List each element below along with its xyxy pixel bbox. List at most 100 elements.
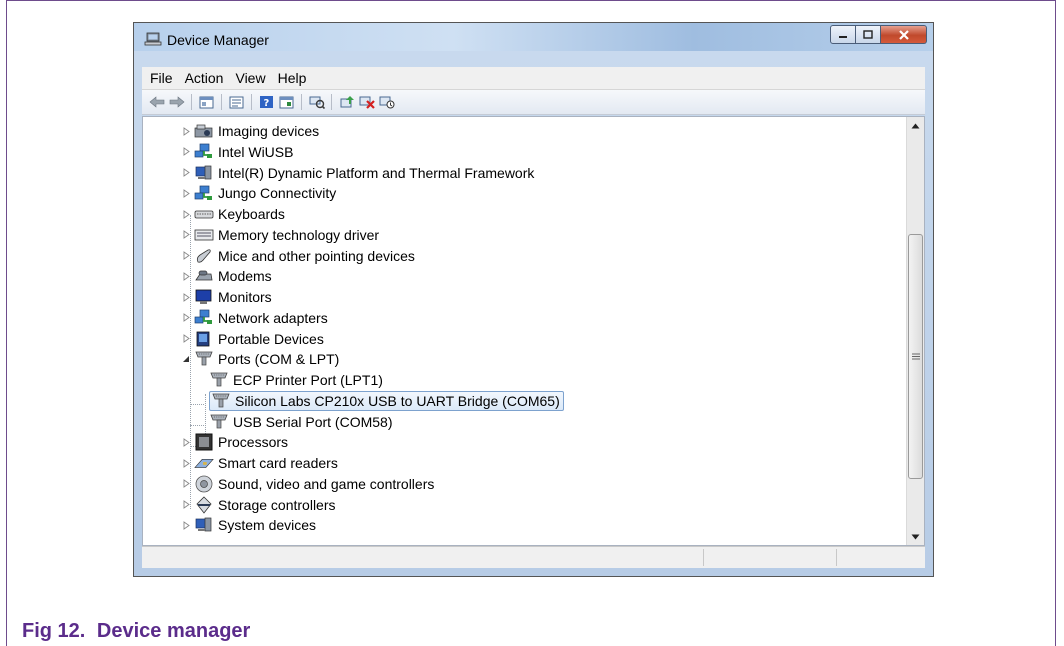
collapsed-arrow-icon[interactable] (181, 230, 191, 240)
forward-button[interactable] (168, 94, 185, 111)
collapsed-arrow-icon[interactable] (181, 334, 191, 344)
collapsed-arrow-icon[interactable] (181, 147, 191, 157)
tree-category[interactable]: Smart card readers (181, 453, 338, 473)
tree-category[interactable]: Intel(R) Dynamic Platform and Thermal Fr… (181, 163, 534, 183)
tree-item-label: Mice and other pointing devices (218, 247, 415, 264)
figure-caption: Fig 12. Device manager (22, 620, 250, 643)
tree-category[interactable]: Memory technology driver (181, 225, 379, 245)
menu-file[interactable]: File (150, 70, 173, 86)
minimize-icon (839, 35, 847, 38)
scroll-up-button[interactable] (907, 117, 924, 134)
device-manager-app-icon (144, 32, 162, 46)
expanded-arrow-icon[interactable] (181, 354, 191, 364)
forward-icon (169, 96, 184, 108)
collapsed-arrow-icon[interactable] (181, 271, 191, 281)
help-button[interactable]: ? (258, 94, 275, 111)
title-bar[interactable]: Device Manager (134, 23, 933, 51)
tree-category[interactable]: System devices (181, 515, 316, 535)
scroll-down-button[interactable] (907, 528, 924, 545)
vertical-scrollbar[interactable] (906, 117, 924, 545)
menu-bar: File Action View Help (142, 67, 925, 90)
scan-hardware-icon (309, 96, 325, 109)
tree-item-label: Intel WiUSB (218, 143, 294, 160)
port-icon (209, 413, 229, 431)
tree-category[interactable]: Monitors (181, 287, 272, 307)
tree-item-label: Portable Devices (218, 330, 324, 347)
menu-action[interactable]: Action (185, 70, 224, 86)
menu-help[interactable]: Help (278, 70, 307, 86)
status-cell (836, 549, 837, 566)
back-icon (149, 96, 164, 108)
tree-item-label: Sound, video and game controllers (218, 475, 435, 492)
tree-category[interactable]: Processors (181, 432, 288, 452)
view-icon (279, 96, 294, 108)
storage-icon (194, 495, 214, 514)
tree-category[interactable]: Sound, video and game controllers (181, 474, 434, 494)
collapsed-arrow-icon[interactable] (181, 520, 191, 530)
tree-device-selected[interactable]: Silicon Labs CP210x USB to UART Bridge (… (209, 390, 564, 411)
computer-icon (194, 164, 214, 182)
collapsed-arrow-icon[interactable] (181, 292, 191, 302)
collapsed-arrow-icon[interactable] (181, 126, 191, 136)
computer-icon (194, 516, 214, 534)
console-tree-icon (199, 96, 214, 108)
maximize-button[interactable] (856, 25, 881, 44)
collapsed-arrow-icon[interactable] (181, 437, 191, 447)
tree-category[interactable]: Modems (181, 266, 272, 286)
collapsed-arrow-icon[interactable] (181, 188, 191, 198)
scrollbar-thumb[interactable] (908, 234, 923, 479)
update-driver-button[interactable] (338, 94, 355, 111)
tree-category[interactable]: Network adapters (181, 308, 328, 328)
toolbar-separator (301, 94, 302, 110)
collapsed-arrow-icon[interactable] (181, 168, 191, 178)
disable-button[interactable] (378, 94, 395, 111)
collapsed-arrow-icon[interactable] (181, 458, 191, 468)
network-icon (194, 143, 214, 161)
scan-hardware-button[interactable] (308, 94, 325, 111)
tree-category[interactable]: Storage controllers (181, 495, 336, 515)
properties-icon (229, 96, 244, 108)
device-tree[interactable]: Imaging devices Intel WiUSB Intel(R) Dynam… (142, 116, 925, 546)
tree-category[interactable]: Ports (COM & LPT) (181, 349, 339, 369)
window-title: Device Manager (167, 32, 269, 48)
collapsed-arrow-icon[interactable] (181, 251, 191, 261)
view-button[interactable] (278, 94, 295, 111)
collapsed-arrow-icon[interactable] (181, 479, 191, 489)
processor-icon (194, 433, 214, 451)
mouse-icon (194, 247, 214, 265)
tree-category[interactable]: Mice and other pointing devices (181, 246, 415, 266)
tree-category[interactable]: Portable Devices (181, 329, 324, 349)
update-driver-icon (340, 96, 354, 108)
keyboard-icon (194, 205, 214, 223)
figure-number: Fig 12. (22, 620, 86, 642)
tree-item-label: Memory technology driver (218, 226, 380, 243)
show-hide-console-tree-button[interactable] (198, 94, 215, 111)
tree-category[interactable]: Intel WiUSB (181, 142, 293, 162)
collapsed-arrow-icon[interactable] (181, 209, 191, 219)
collapsed-arrow-icon[interactable] (181, 500, 191, 510)
tree-item-label: Smart card readers (218, 455, 338, 471)
status-cell (703, 549, 704, 566)
uninstall-button[interactable] (358, 94, 375, 111)
tree-category[interactable]: Jungo Connectivity (181, 183, 336, 203)
modem-icon (194, 267, 214, 285)
portable-device-icon (194, 330, 214, 348)
tree-category[interactable]: Keyboards (181, 204, 285, 224)
uninstall-icon (359, 96, 375, 109)
collapsed-arrow-icon[interactable] (181, 313, 191, 323)
tree-category[interactable]: Imaging devices (181, 121, 319, 141)
back-button[interactable] (148, 94, 165, 111)
menu-view[interactable]: View (235, 70, 265, 86)
svg-text:?: ? (264, 98, 270, 109)
disable-icon (379, 96, 394, 109)
tree-device[interactable]: USB Serial Port (COM58) (209, 412, 392, 432)
minimize-button[interactable] (830, 25, 856, 44)
close-button[interactable] (881, 25, 927, 44)
tree-item-label: Imaging devices (218, 123, 320, 139)
tree-item-label: Monitors (218, 289, 272, 305)
help-icon: ? (260, 96, 273, 109)
tree-device[interactable]: ECP Printer Port (LPT1) (209, 370, 383, 390)
tree-item-label: Ports (COM & LPT) (218, 351, 340, 368)
properties-button[interactable] (228, 94, 245, 111)
tree-item-label: Modems (218, 268, 272, 285)
